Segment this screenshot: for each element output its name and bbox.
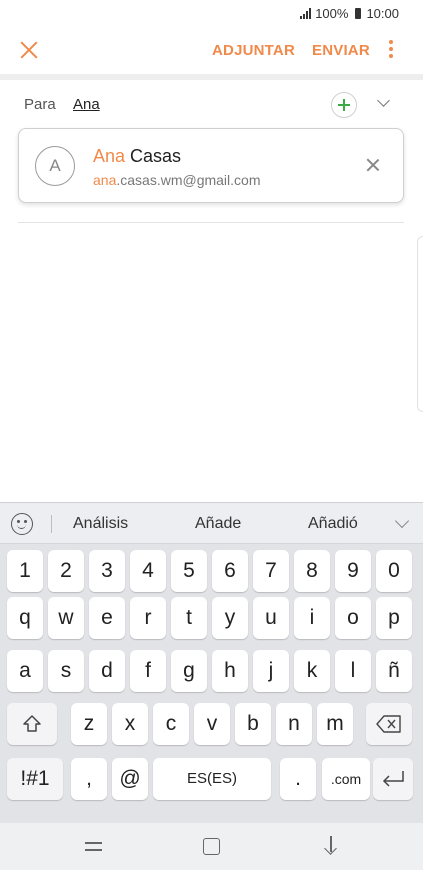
key-b[interactable]: b xyxy=(235,703,271,745)
key-k[interactable]: k xyxy=(294,650,330,692)
hide-keyboard-icon[interactable] xyxy=(323,836,339,856)
key-d[interactable]: d xyxy=(89,650,125,692)
key-8[interactable]: 8 xyxy=(294,550,330,592)
status-bar: 100% 10:00 xyxy=(0,0,423,28)
key-4[interactable]: 4 xyxy=(130,550,166,592)
attach-button[interactable]: ADJUNTAR xyxy=(212,42,295,59)
letter-row-3: z x c v b n m xyxy=(7,703,416,745)
recent-apps-icon[interactable] xyxy=(85,839,103,853)
key-v[interactable]: v xyxy=(194,703,230,745)
navigation-bar xyxy=(0,823,423,870)
number-row: 1 2 3 4 5 6 7 8 9 0 xyxy=(7,550,416,592)
key-q[interactable]: q xyxy=(7,597,43,639)
period-key[interactable]: . xyxy=(280,758,316,800)
prediction-bar: Análisis Añade Añadió xyxy=(0,502,423,544)
to-field-row: Para Ana xyxy=(0,86,423,122)
key-i[interactable]: i xyxy=(294,597,330,639)
add-recipient-icon[interactable] xyxy=(331,92,357,118)
shift-key[interactable] xyxy=(7,703,57,745)
key-p[interactable]: p xyxy=(376,597,412,639)
key-z[interactable]: z xyxy=(71,703,107,745)
home-icon[interactable] xyxy=(203,838,220,855)
compose-app-bar: ADJUNTAR ENVIAR xyxy=(0,28,423,74)
key-6[interactable]: 6 xyxy=(212,550,248,592)
contact-suggestion[interactable]: A Ana Casas ana.casas.wm@gmail.com xyxy=(18,128,404,203)
key-u[interactable]: u xyxy=(253,597,289,639)
prediction-1[interactable]: Análisis xyxy=(73,515,128,533)
key-o[interactable]: o xyxy=(335,597,371,639)
suggestion-email: ana.casas.wm@gmail.com xyxy=(93,172,261,188)
prediction-3[interactable]: Añadió xyxy=(308,515,358,533)
key-s[interactable]: s xyxy=(48,650,84,692)
symbols-key[interactable]: !#1 xyxy=(7,758,63,800)
key-f[interactable]: f xyxy=(130,650,166,692)
key-7[interactable]: 7 xyxy=(253,550,289,592)
letter-row-1: q w e r t y u i o p xyxy=(7,597,416,639)
key-enye[interactable]: ñ xyxy=(376,650,412,692)
at-key[interactable]: @ xyxy=(112,758,148,800)
letter-row-2: a s d f g h j k l ñ xyxy=(7,650,416,692)
key-a[interactable]: a xyxy=(7,650,43,692)
backspace-key[interactable] xyxy=(366,703,412,745)
close-icon[interactable] xyxy=(18,39,40,61)
to-label: Para xyxy=(24,96,56,113)
prediction-2[interactable]: Añade xyxy=(195,515,241,533)
bottom-row: !#1 , @ ES(ES) . .com xyxy=(7,758,416,800)
key-j[interactable]: j xyxy=(253,650,289,692)
keyboard: Análisis Añade Añadió 1 2 3 4 5 6 7 8 9 … xyxy=(0,502,423,823)
clock: 10:00 xyxy=(366,6,399,21)
expand-chevron-icon[interactable] xyxy=(377,96,391,110)
chevron-down-icon[interactable] xyxy=(394,513,410,529)
name-match: Ana xyxy=(93,146,126,166)
key-5[interactable]: 5 xyxy=(171,550,207,592)
send-button[interactable]: ENVIAR xyxy=(312,42,370,59)
key-g[interactable]: g xyxy=(171,650,207,692)
key-c[interactable]: c xyxy=(153,703,189,745)
key-e[interactable]: e xyxy=(89,597,125,639)
key-y[interactable]: y xyxy=(212,597,248,639)
prediction-separator xyxy=(51,515,52,533)
avatar: A xyxy=(35,146,75,186)
battery-percent: 100% xyxy=(315,6,349,21)
enter-icon xyxy=(382,771,404,787)
status-indicators: 100% 10:00 xyxy=(300,6,399,21)
emoji-icon[interactable] xyxy=(11,513,33,535)
key-x[interactable]: x xyxy=(112,703,148,745)
dismiss-suggestion-icon[interactable] xyxy=(366,158,380,172)
edge-panel-handle[interactable] xyxy=(417,236,423,412)
key-t[interactable]: t xyxy=(171,597,207,639)
key-2[interactable]: 2 xyxy=(48,550,84,592)
dotcom-key[interactable]: .com xyxy=(322,758,370,800)
shift-icon xyxy=(23,715,41,732)
space-key[interactable]: ES(ES) xyxy=(153,758,271,800)
key-w[interactable]: w xyxy=(48,597,84,639)
suggestion-name: Ana Casas xyxy=(93,146,181,167)
comma-key[interactable]: , xyxy=(71,758,107,800)
name-rest: Casas xyxy=(125,146,182,166)
signal-icon xyxy=(300,8,312,19)
key-9[interactable]: 9 xyxy=(335,550,371,592)
key-m[interactable]: m xyxy=(317,703,353,745)
more-options-icon[interactable] xyxy=(385,40,397,62)
key-l[interactable]: l xyxy=(335,650,371,692)
email-match: ana xyxy=(93,172,117,188)
enter-key[interactable] xyxy=(373,758,413,800)
battery-icon xyxy=(355,8,362,19)
key-h[interactable]: h xyxy=(212,650,248,692)
to-recipient-input[interactable]: Ana xyxy=(73,96,100,113)
key-0[interactable]: 0 xyxy=(376,550,412,592)
key-n[interactable]: n xyxy=(276,703,312,745)
key-1[interactable]: 1 xyxy=(7,550,43,592)
subject-divider xyxy=(18,222,404,223)
backspace-icon xyxy=(376,715,401,733)
key-r[interactable]: r xyxy=(130,597,166,639)
app-bar-divider xyxy=(0,74,423,80)
email-rest: .casas.wm@gmail.com xyxy=(116,172,261,188)
key-3[interactable]: 3 xyxy=(89,550,125,592)
